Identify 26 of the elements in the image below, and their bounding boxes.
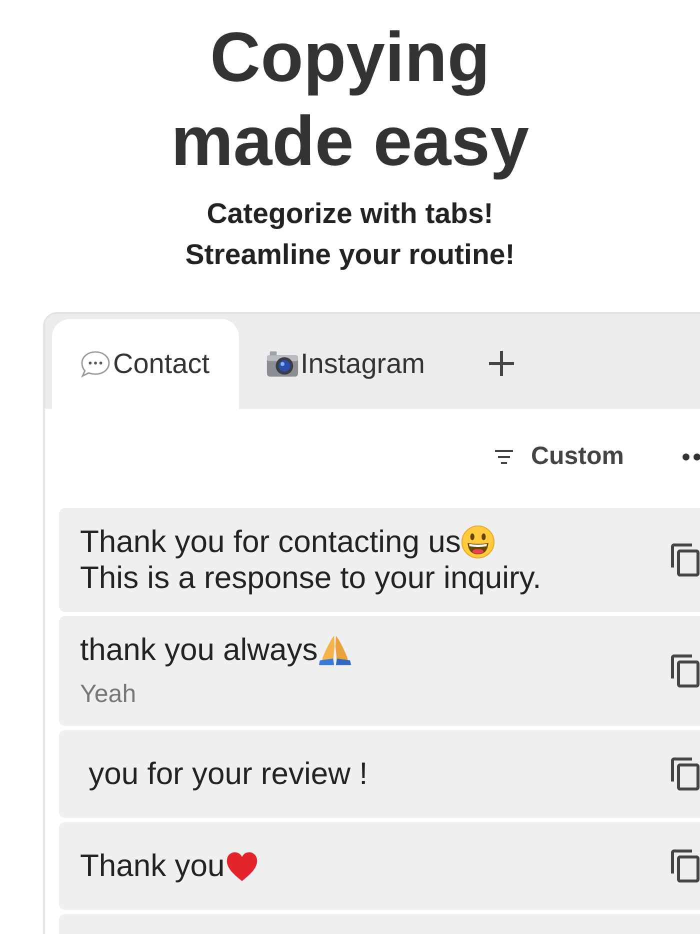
- template-text: you for your review !: [88, 756, 368, 792]
- praying-hands-icon: [318, 633, 352, 667]
- speech-bubble-icon: [80, 350, 111, 378]
- copy-icon[interactable]: [668, 542, 700, 578]
- headline: Copying made easy: [170, 17, 530, 182]
- tagline: Streamline your routine!: [185, 238, 515, 273]
- template-text: Thank you: [80, 848, 225, 884]
- copy-icon[interactable]: [668, 848, 700, 884]
- template-text: Thank you for contacting us: [80, 524, 461, 560]
- template-card[interactable]: Thank you for contacting us This is a response to your inquiry.: [59, 508, 700, 612]
- template-note: Yeah: [80, 679, 138, 710]
- template-card[interactable]: thank you always Yeah: [59, 616, 700, 726]
- smiley-icon: [460, 525, 495, 559]
- template-text: This is a response to your inquiry.: [80, 560, 542, 596]
- template-text: thank you always: [80, 632, 318, 668]
- plus-icon[interactable]: [488, 350, 515, 377]
- sort-button[interactable]: Custom: [494, 442, 624, 471]
- filter-icon: [494, 450, 513, 464]
- tab[interactable]: Contact: [52, 319, 238, 409]
- template-card[interactable]: Thank you: [59, 822, 700, 910]
- camera-icon: [266, 350, 298, 378]
- tagline: Categorize with tabs!: [206, 197, 494, 232]
- copy-icon[interactable]: [668, 756, 700, 792]
- tab[interactable]: Instagram: [238, 319, 425, 409]
- copy-icon[interactable]: [668, 653, 700, 689]
- template-card[interactable]: you for your review !: [59, 730, 700, 818]
